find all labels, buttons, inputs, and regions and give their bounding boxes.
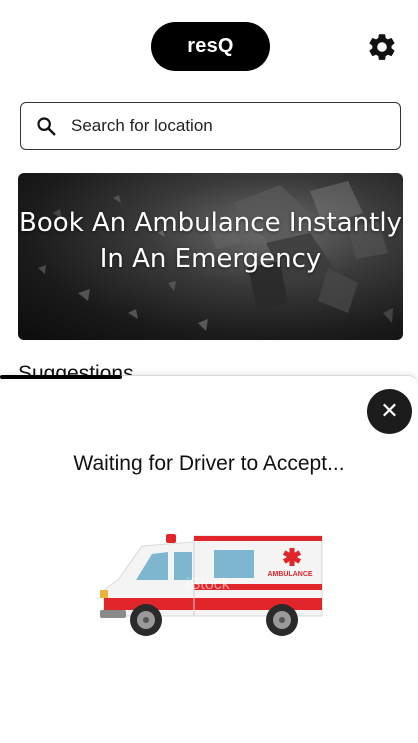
banner-headline: Book An Ambulance Instantly In An Emerge… <box>18 205 403 277</box>
banner-line-1: Book An Ambulance Instantly <box>19 208 402 238</box>
promo-banner[interactable]: Book An Ambulance Instantly In An Emerge… <box>18 173 403 340</box>
app-logo: resQ <box>151 22 270 71</box>
close-icon: ✕ <box>380 399 399 424</box>
close-button[interactable]: ✕ <box>367 389 412 434</box>
search-bar[interactable] <box>20 102 401 150</box>
search-icon <box>37 117 56 136</box>
search-input[interactable] <box>71 116 371 136</box>
ambulance-label: AMBULANCE <box>267 571 312 578</box>
stock-watermark: iStock <box>186 576 231 593</box>
ambulance-illustration: AMBULANCE iStock <box>100 534 323 636</box>
top-bar: resQ <box>0 0 418 90</box>
waiting-status-text: Waiting for Driver to Accept... <box>73 452 345 475</box>
rear-wheel <box>266 604 298 636</box>
driver-waiting-sheet: ✕ Waiting for Driver to Accept... AMBULA… <box>0 375 418 743</box>
gear-icon[interactable] <box>366 31 398 63</box>
banner-line-2: In An Emergency <box>99 244 322 274</box>
front-wheel <box>130 604 162 636</box>
sheet-handle[interactable] <box>0 375 122 379</box>
app-screen: resQ Bo <box>0 0 418 743</box>
